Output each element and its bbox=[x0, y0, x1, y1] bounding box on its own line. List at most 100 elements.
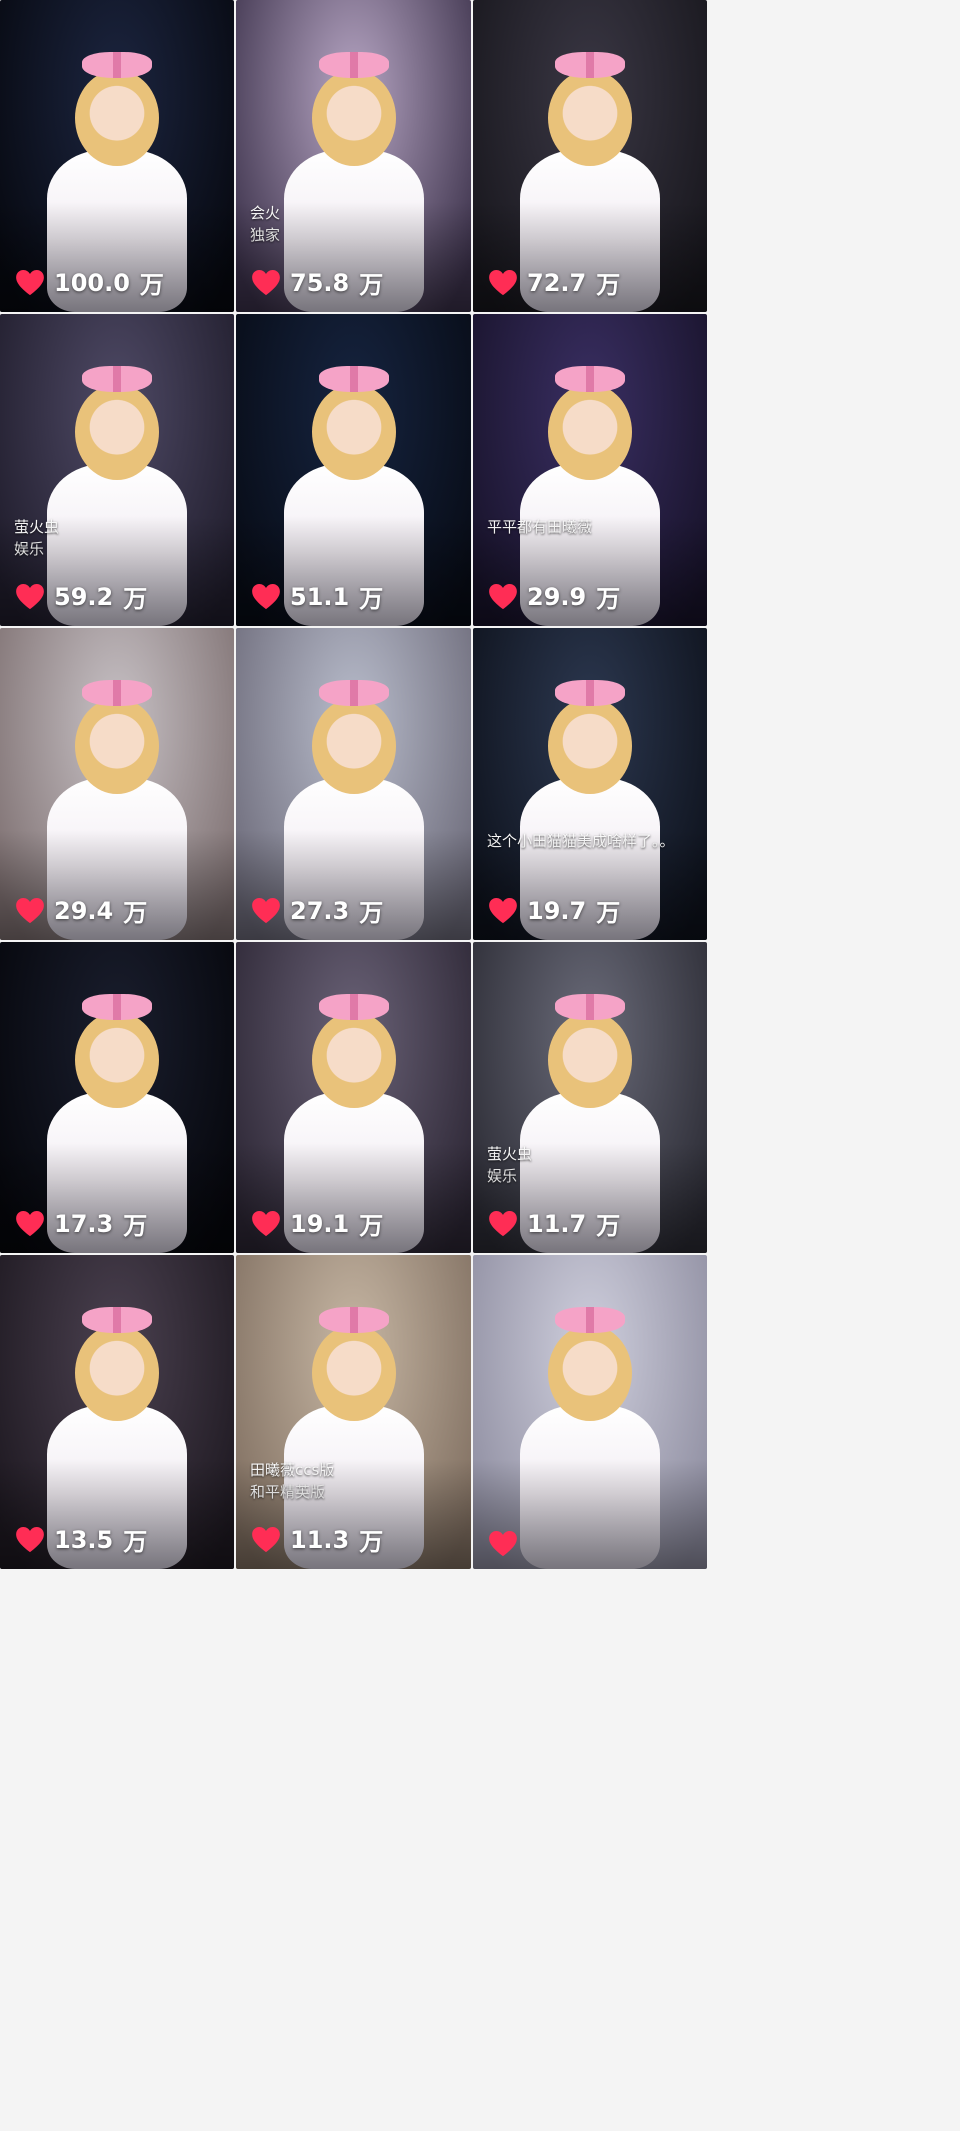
like-count-value: 17.3 bbox=[54, 1209, 114, 1238]
heart-icon[interactable] bbox=[16, 583, 44, 610]
pink-bow bbox=[318, 1307, 389, 1333]
like-count-value: 29.9 bbox=[527, 582, 587, 611]
like-count-value: 13.5 bbox=[54, 1525, 114, 1554]
pink-bow bbox=[82, 1307, 152, 1333]
heart-icon[interactable] bbox=[252, 1526, 280, 1553]
portrait-head bbox=[75, 384, 159, 480]
portrait-head bbox=[75, 698, 159, 794]
heart-icon[interactable] bbox=[489, 583, 517, 610]
video-tile[interactable] bbox=[473, 1255, 707, 1569]
like-count-unit: 万 bbox=[596, 899, 621, 927]
pink-bow bbox=[555, 366, 625, 392]
like-count bbox=[489, 1531, 537, 1557]
video-tile[interactable]: 19.1 万 bbox=[236, 942, 471, 1253]
video-tile[interactable]: 萤火虫娱乐59.2万 bbox=[0, 314, 234, 626]
pink-bow bbox=[318, 994, 389, 1020]
heart-icon[interactable] bbox=[489, 269, 517, 296]
like-count: 59.2 万 bbox=[16, 579, 147, 614]
heart-icon[interactable] bbox=[252, 1210, 280, 1237]
video-tile[interactable]: 这个小田猫猫美成啥样了。。19.7万 bbox=[473, 628, 707, 940]
pink-bow bbox=[82, 994, 152, 1020]
video-tile[interactable]: 100.0 万 bbox=[0, 0, 234, 312]
portrait-head bbox=[548, 70, 632, 166]
portrait-head bbox=[548, 384, 632, 480]
portrait-head bbox=[311, 1012, 396, 1108]
like-count: 19.7 万 bbox=[489, 893, 620, 928]
video-tile[interactable]: 17.3 万 bbox=[0, 942, 234, 1253]
like-count: 13.5 万 bbox=[16, 1522, 147, 1557]
like-count-value: 100.0 bbox=[54, 268, 130, 297]
heart-icon[interactable] bbox=[16, 269, 44, 296]
like-count-value: 19.1 bbox=[290, 1209, 350, 1238]
like-count-value: 29.4 bbox=[54, 896, 114, 925]
like-count-unit: 万 bbox=[359, 271, 384, 299]
like-count-value: 11.3 bbox=[290, 1525, 350, 1554]
like-count-value: 72.7 bbox=[527, 268, 587, 297]
like-count-unit: 万 bbox=[596, 585, 621, 613]
portrait-head bbox=[311, 1325, 396, 1421]
like-count: 19.1 万 bbox=[252, 1206, 383, 1241]
heart-icon[interactable] bbox=[489, 1210, 517, 1237]
like-count-unit: 万 bbox=[123, 1212, 148, 1240]
like-count: 72.7 万 bbox=[489, 265, 620, 300]
like-count-unit: 万 bbox=[359, 1528, 384, 1556]
like-count-value: 51.1 bbox=[290, 582, 350, 611]
portrait-head bbox=[548, 698, 632, 794]
like-count: 17.3 万 bbox=[16, 1206, 147, 1241]
heart-icon[interactable] bbox=[489, 897, 517, 924]
like-count-unit: 万 bbox=[359, 585, 384, 613]
pink-bow bbox=[555, 680, 625, 706]
video-tile[interactable]: 萤火虫娱乐11.7万 bbox=[473, 942, 707, 1253]
portrait-head bbox=[311, 70, 396, 166]
portrait-head bbox=[75, 1325, 159, 1421]
portrait-head bbox=[75, 70, 159, 166]
like-count-value: 19.7 bbox=[527, 896, 587, 925]
like-count-value: 11.7 bbox=[527, 1209, 587, 1238]
like-count-value: 27.3 bbox=[290, 896, 350, 925]
heart-icon[interactable] bbox=[16, 1526, 44, 1553]
heart-icon[interactable] bbox=[252, 269, 280, 296]
video-tile[interactable]: 27.3 万 bbox=[236, 628, 471, 940]
like-count: 51.1 万 bbox=[252, 579, 383, 614]
portrait-head bbox=[311, 698, 396, 794]
like-count: 29.9 万 bbox=[489, 579, 620, 614]
pink-bow bbox=[82, 366, 152, 392]
heart-icon[interactable] bbox=[16, 1210, 44, 1237]
heart-icon[interactable] bbox=[252, 583, 280, 610]
pink-bow bbox=[555, 52, 625, 78]
heart-icon[interactable] bbox=[252, 897, 280, 924]
heart-icon[interactable] bbox=[16, 897, 44, 924]
pink-bow bbox=[318, 52, 389, 78]
pink-bow bbox=[318, 366, 389, 392]
video-tile[interactable]: 51.1 万 bbox=[236, 314, 471, 626]
video-tile[interactable]: 平平都有田曦薇29.9万 bbox=[473, 314, 707, 626]
portrait-head bbox=[311, 384, 396, 480]
like-count-unit: 万 bbox=[359, 1212, 384, 1240]
like-count: 100.0 万 bbox=[16, 265, 164, 300]
video-tile[interactable]: 田曦薇ccs版和平精英版11.3万 bbox=[236, 1255, 471, 1569]
pink-bow bbox=[318, 680, 389, 706]
video-tile[interactable]: 72.7 万 bbox=[473, 0, 707, 312]
like-count: 11.3 万 bbox=[252, 1522, 383, 1557]
like-count: 27.3 万 bbox=[252, 893, 383, 928]
video-tile[interactable]: 会火独家75.8万 bbox=[236, 0, 471, 312]
pink-bow bbox=[82, 52, 152, 78]
portrait-head bbox=[548, 1325, 632, 1421]
video-tile[interactable]: 13.5 万 bbox=[0, 1255, 234, 1569]
like-count: 75.8 万 bbox=[252, 265, 383, 300]
video-grid: 100.0万会火独家75.8万72.7万萤火虫娱乐59.2万51.1万平平都有田… bbox=[0, 0, 960, 2131]
portrait-head bbox=[548, 1012, 632, 1108]
like-count-unit: 万 bbox=[123, 1528, 148, 1556]
portrait-head bbox=[75, 1012, 159, 1108]
pink-bow bbox=[555, 1307, 625, 1333]
like-count-unit: 万 bbox=[123, 585, 148, 613]
like-count: 11.7 万 bbox=[489, 1206, 620, 1241]
like-count-value: 59.2 bbox=[54, 582, 114, 611]
like-count-unit: 万 bbox=[359, 899, 384, 927]
pink-bow bbox=[555, 994, 625, 1020]
heart-icon[interactable] bbox=[489, 1531, 517, 1557]
video-tile[interactable]: 29.4 万 bbox=[0, 628, 234, 940]
like-count: 29.4 万 bbox=[16, 893, 147, 928]
like-count-unit: 万 bbox=[596, 271, 621, 299]
pink-bow bbox=[82, 680, 152, 706]
